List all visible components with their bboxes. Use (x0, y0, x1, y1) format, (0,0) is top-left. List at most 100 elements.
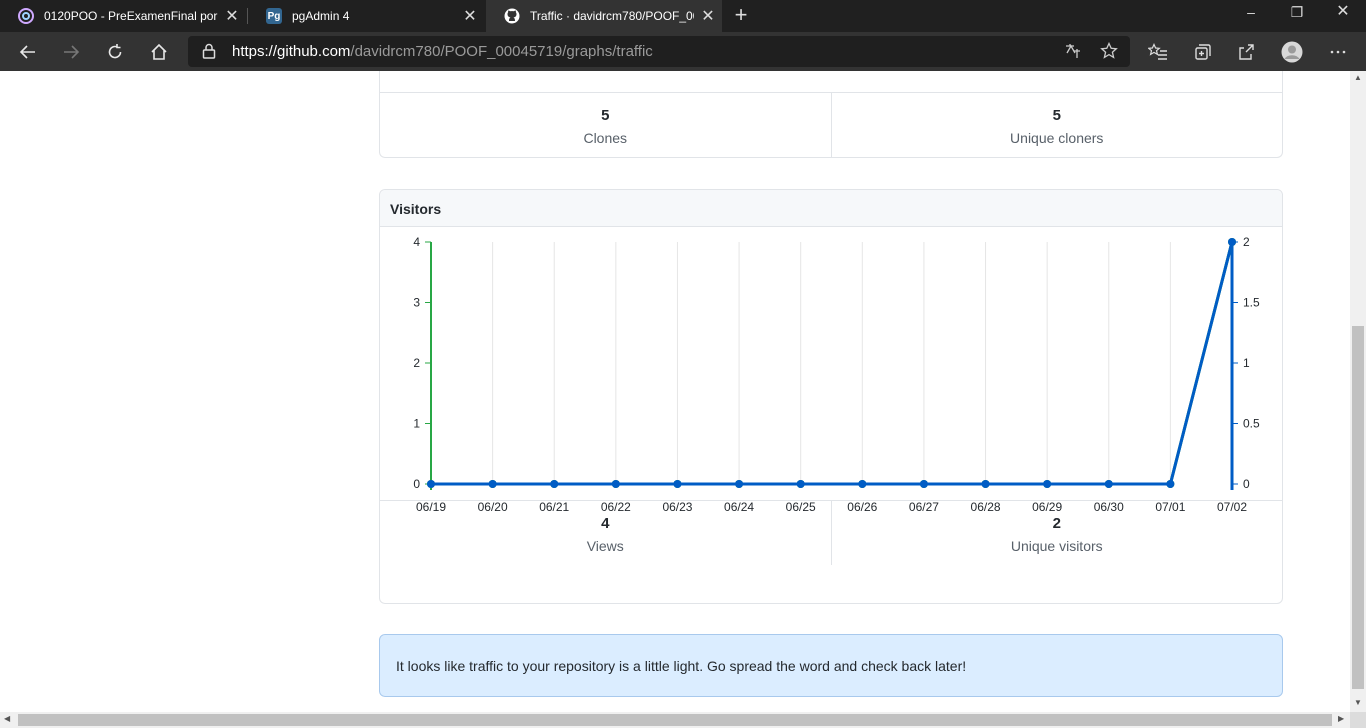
unique-visitors-count: 2 (1052, 515, 1061, 532)
views-stat: 4 Views (380, 501, 831, 565)
address-bar-row: https://github.com/davidrcm780/POOF_0004… (0, 32, 1366, 71)
url-bar[interactable]: https://github.com/davidrcm780/POOF_0004… (188, 36, 1130, 67)
data-point (427, 480, 435, 488)
tab-title: 0120POO - PreExamenFinal por l (44, 9, 218, 23)
tab-preexamen[interactable]: 0120POO - PreExamenFinal por l ✕ (0, 0, 246, 32)
horizontal-scroll-thumb[interactable] (18, 714, 1332, 726)
url-prefix: https:// (232, 43, 278, 60)
close-window-button[interactable]: ✕ (1320, 0, 1366, 32)
favorite-star-icon[interactable] (1100, 41, 1118, 65)
restore-button[interactable]: ❐ (1274, 0, 1320, 32)
data-point (919, 480, 928, 488)
data-point (1166, 480, 1175, 488)
data-point (796, 480, 805, 488)
scroll-right-arrow[interactable]: ▶ (1338, 714, 1344, 723)
scroll-up-arrow[interactable]: ▲ (1350, 73, 1366, 82)
clones-label: Clones (583, 130, 628, 146)
unique-cloners-count: 5 (1052, 107, 1061, 124)
scrollbar-corner (1350, 712, 1366, 728)
vertical-scrollbar[interactable]: ▲ ▼ (1350, 71, 1366, 712)
favorites-list-icon (1148, 43, 1167, 60)
tab-pgadmin[interactable]: Pg pgAdmin 4 ✕ (248, 0, 484, 32)
forward-arrow-icon (64, 45, 80, 59)
data-point (611, 480, 620, 488)
left-y-tick-label: 3 (413, 296, 420, 310)
visitors-chart: 0123400.511.5206/19 06/20 06/21 06/22 06/23 0… (413, 235, 1260, 514)
read-aloud-icon[interactable] (1064, 42, 1082, 65)
lock-icon[interactable] (202, 43, 216, 64)
visitors-header: Visitors (380, 190, 1282, 227)
left-y-tick-label: 0 (413, 477, 420, 491)
data-point (1228, 238, 1236, 246)
data-point (858, 480, 867, 488)
data-point (673, 480, 682, 488)
back-button[interactable] (14, 38, 42, 66)
more-dots-icon (1330, 50, 1346, 54)
url-path: /davidrcm780/POOF_00045719/graphs/traffi… (350, 43, 653, 60)
horizontal-scrollbar[interactable]: ◀ ▶ (0, 712, 1350, 728)
back-arrow-icon (19, 45, 35, 59)
settings-more-button[interactable] (1324, 38, 1352, 66)
new-tab-button[interactable]: + (728, 0, 754, 32)
profile-button[interactable] (1278, 38, 1306, 66)
data-point (1043, 480, 1052, 488)
c-logo-icon (18, 8, 34, 24)
refresh-icon (108, 44, 122, 59)
minimize-button[interactable]: – (1228, 0, 1274, 32)
url-text[interactable]: https://github.com/davidrcm780/POOF_0004… (232, 43, 653, 60)
url-host: github.com (277, 43, 351, 60)
share-button[interactable] (1232, 38, 1260, 66)
home-button[interactable] (145, 38, 173, 66)
views-label: Views (586, 538, 624, 554)
left-y-tick-label: 4 (413, 235, 420, 249)
right-y-tick-label: 0.5 (1243, 417, 1260, 431)
tab-bar: 0120POO - PreExamenFinal por l ✕ Pg pgAd… (0, 0, 1366, 32)
scroll-left-arrow[interactable]: ◀ (4, 714, 10, 723)
close-icon[interactable]: ✕ (218, 6, 246, 26)
views-count: 4 (601, 515, 610, 532)
right-y-tick-label: 1.5 (1243, 296, 1260, 310)
visitors-box: Visitors 0 1 2 3 4 0 0.5 1 1.5 2 06/19 06/20 06/21 06… (379, 189, 1283, 604)
close-icon[interactable]: ✕ (456, 6, 484, 26)
tab-title: Traffic · davidrcm780/POOF_0004 (530, 9, 694, 23)
favorites-button[interactable] (1144, 38, 1172, 66)
clones-box: 06/1906/2006/2106/2206/2306/2406/2506/26… (379, 71, 1283, 158)
home-icon (151, 43, 167, 60)
series-line (431, 241, 1234, 486)
collections-button[interactable] (1189, 38, 1217, 66)
visitors-stats: 4 Views 2 Unique visitors (380, 500, 1282, 565)
unique-cloners-label: Unique cloners (1010, 130, 1104, 146)
vertical-scroll-thumb[interactable] (1352, 326, 1364, 689)
data-point (1104, 480, 1113, 488)
close-icon[interactable]: ✕ (694, 6, 722, 26)
clones-count: 5 (601, 107, 610, 124)
right-y-tick-label: 1 (1243, 356, 1250, 370)
collections-icon (1195, 44, 1211, 60)
clones-stat: 5 Clones (380, 93, 831, 157)
unique-cloners-stat: 5 Unique cloners (830, 93, 1283, 157)
data-point (488, 480, 497, 488)
refresh-button[interactable] (101, 38, 129, 66)
data-point (981, 480, 990, 488)
clones-x-axis: 06/1906/2006/2106/2206/2306/2406/2506/26… (380, 71, 1282, 91)
data-point (735, 480, 744, 488)
tab-traffic[interactable]: Traffic · davidrcm780/POOF_0004 ✕ (486, 0, 722, 32)
avatar-icon (1281, 41, 1303, 63)
traffic-notice: It looks like traffic to your repository… (379, 634, 1283, 697)
forward-button[interactable] (57, 38, 85, 66)
data-point (550, 480, 559, 488)
left-y-tick-label: 1 (413, 417, 420, 431)
tab-title: pgAdmin 4 (292, 9, 350, 23)
right-y-tick-label: 2 (1243, 235, 1250, 249)
github-icon (504, 8, 520, 24)
left-y-tick-label: 2 (413, 356, 420, 370)
share-icon (1239, 44, 1254, 60)
unique-visitors-stat: 2 Unique visitors (830, 501, 1283, 565)
series-line (431, 241, 1234, 486)
page-content: 06/1906/2006/2106/2206/2306/2406/2506/26… (0, 71, 1350, 712)
right-y-tick-label: 0 (1243, 477, 1250, 491)
clones-stats: 5 Clones 5 Unique cloners (380, 92, 1282, 157)
pgadmin-icon: Pg (266, 8, 282, 24)
unique-visitors-label: Unique visitors (1010, 538, 1103, 554)
scroll-down-arrow[interactable]: ▼ (1350, 698, 1366, 707)
